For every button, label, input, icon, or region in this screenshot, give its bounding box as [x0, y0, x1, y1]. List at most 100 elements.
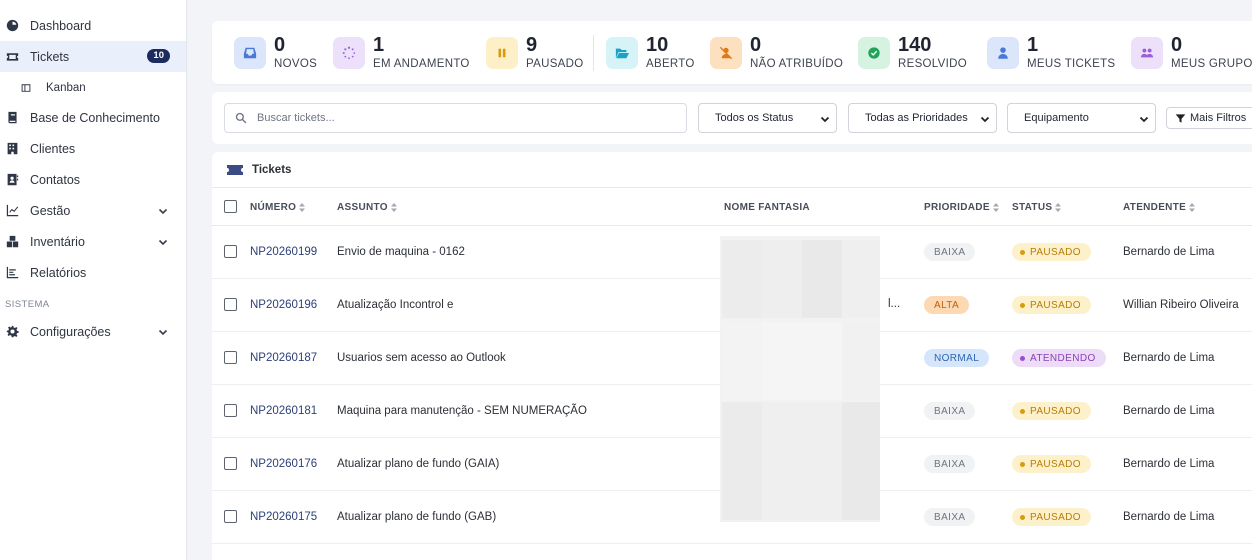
column-priority[interactable]: PRIORIDADE — [924, 202, 999, 213]
check-circle-icon — [858, 36, 890, 69]
sidebar-item-label: Tickets — [30, 49, 70, 64]
sidebar-item-dashboard[interactable]: Dashboard — [0, 10, 186, 41]
status-dot-icon — [1020, 302, 1025, 308]
row-checkbox[interactable] — [224, 457, 237, 470]
column-status[interactable]: STATUS — [1012, 202, 1062, 213]
ticket-number-link[interactable]: NP20260196 — [250, 299, 317, 311]
sidebar-item-inventory[interactable]: Inventário — [0, 226, 186, 257]
sidebar-item-label: Contatos — [30, 172, 81, 187]
ticket-agent: Willian Ribeiro Oliveira — [1123, 299, 1239, 311]
row-checkbox[interactable] — [224, 245, 237, 258]
ticket-icon — [5, 50, 19, 64]
sort-icon — [1189, 203, 1196, 212]
sidebar-item-label: Base de Conhecimento — [30, 110, 160, 125]
priority-label: NORMAL — [934, 352, 980, 364]
stat-in-progress[interactable]: 1 EM ANDAMENTO — [333, 21, 470, 84]
chevron-down-icon[interactable] — [158, 205, 168, 215]
stat-my-tickets[interactable]: 1 MEUS TICKETS — [987, 21, 1115, 84]
more-filters-button[interactable]: Mais Filtros — [1166, 107, 1252, 129]
folder-open-icon — [606, 36, 638, 69]
ticket-number-link[interactable]: NP20260199 — [250, 246, 317, 258]
sidebar-item-label: Dashboard — [30, 18, 92, 33]
status-label: ATENDENDO — [1030, 352, 1096, 364]
priority-badge: BAIXA — [924, 508, 976, 526]
sidebar: Dashboard Tickets 10 Kanban Base de Conh… — [0, 0, 187, 560]
stat-label: EM ANDAMENTO — [373, 58, 470, 70]
chevron-down-icon[interactable] — [158, 326, 168, 336]
status-dot-icon — [1020, 408, 1025, 414]
stat-open[interactable]: 10 ABERTO — [606, 21, 695, 84]
table-header: NÚMERO ASSUNTO NOME FANTASIA PRIORIDADE … — [212, 189, 1252, 226]
sidebar-item-knowledge-base[interactable]: Base de Conhecimento — [0, 102, 186, 133]
ticket-subject: Atualizar plano de fundo (GAIA) — [337, 458, 500, 470]
stat-unassigned[interactable]: 0 NÃO ATRIBUÍDO — [710, 21, 843, 84]
user-icon — [987, 36, 1019, 69]
sidebar-item-contacts[interactable]: Contatos — [0, 164, 186, 195]
ticket-number-link[interactable]: NP20260181 — [250, 405, 317, 417]
status-filter-select[interactable]: Todos os Status — [698, 103, 837, 133]
priority-badge: NORMAL — [924, 349, 990, 367]
stat-resolved[interactable]: 140 RESOLVIDO — [858, 21, 967, 84]
search-input[interactable] — [257, 112, 677, 124]
column-label: ATENDENTE — [1123, 202, 1187, 213]
sidebar-item-label: Clientes — [30, 141, 76, 156]
stat-my-groups[interactable]: 0 MEUS GRUPOS — [1131, 21, 1252, 84]
boxes-icon — [5, 235, 19, 249]
sidebar-item-reports[interactable]: Relatórios — [0, 257, 186, 288]
chart-bar-icon — [5, 266, 19, 280]
stat-label: MEUS GRUPOS — [1171, 58, 1252, 70]
status-label: PAUSADO — [1030, 458, 1081, 470]
column-agent[interactable]: ATENDENTE — [1123, 202, 1196, 213]
ticket-agent: Bernardo de Lima — [1123, 246, 1215, 258]
status-badge: PAUSADO — [1012, 455, 1091, 473]
row-checkbox[interactable] — [224, 351, 237, 364]
stat-label: RESOLVIDO — [898, 58, 967, 70]
building-icon — [5, 142, 19, 156]
sidebar-item-management[interactable]: Gestão — [0, 195, 186, 226]
column-label: NOME FANTASIA — [724, 202, 810, 213]
sidebar-item-tickets[interactable]: Tickets 10 — [0, 41, 186, 72]
stat-value: 0 — [750, 34, 762, 56]
sidebar-item-kanban[interactable]: Kanban — [0, 72, 186, 103]
status-badge: PAUSADO — [1012, 243, 1091, 261]
status-dot-icon — [1020, 461, 1025, 467]
sort-icon — [992, 203, 999, 212]
ticket-agent: Bernardo de Lima — [1123, 458, 1215, 470]
ticket-number-link[interactable]: NP20260176 — [250, 458, 317, 470]
priority-filter-select[interactable]: Todas as Prioridades — [848, 103, 997, 133]
stat-value: 140 — [898, 34, 932, 56]
status-label: PAUSADO — [1030, 246, 1081, 258]
select-all-checkbox[interactable] — [224, 200, 237, 213]
row-checkbox[interactable] — [224, 510, 237, 523]
column-subject[interactable]: ASSUNTO — [337, 202, 397, 213]
priority-badge: BAIXA — [924, 455, 976, 473]
address-book-icon — [5, 173, 19, 187]
group-filter-select[interactable]: Equipamento — [1007, 103, 1156, 133]
row-checkbox[interactable] — [224, 404, 237, 417]
sidebar-item-settings[interactable]: Configurações — [0, 316, 186, 347]
chevron-down-icon[interactable] — [158, 236, 168, 246]
status-dot-icon — [1020, 355, 1025, 361]
blurred-company-names — [708, 236, 888, 522]
search-box[interactable] — [224, 103, 687, 133]
card-header: Tickets — [212, 152, 1252, 188]
inbox-icon — [234, 36, 266, 69]
stat-paused[interactable]: 9 PAUSADO — [486, 21, 583, 84]
sidebar-item-label: Inventário — [30, 234, 85, 249]
status-badge: PAUSADO — [1012, 508, 1091, 526]
ticket-number-link[interactable]: NP20260187 — [250, 352, 317, 364]
priority-filter-value: Todas as Prioridades — [865, 112, 968, 124]
status-badge: PAUSADO — [1012, 296, 1091, 314]
sidebar-item-clients[interactable]: Clientes — [0, 133, 186, 164]
priority-badge: BAIXA — [924, 402, 976, 420]
truncated-company-text: l... — [888, 298, 901, 310]
more-filters-label: Mais Filtros — [1190, 112, 1247, 124]
column-number[interactable]: NÚMERO — [250, 202, 306, 213]
stat-new[interactable]: 0 NOVOS — [234, 21, 317, 84]
ticket-number-link[interactable]: NP20260175 — [250, 511, 317, 523]
priority-label: BAIXA — [934, 511, 966, 523]
column-label: STATUS — [1012, 202, 1053, 213]
status-dot-icon — [1020, 249, 1025, 255]
column-company: NOME FANTASIA — [724, 202, 810, 213]
row-checkbox[interactable] — [224, 298, 237, 311]
